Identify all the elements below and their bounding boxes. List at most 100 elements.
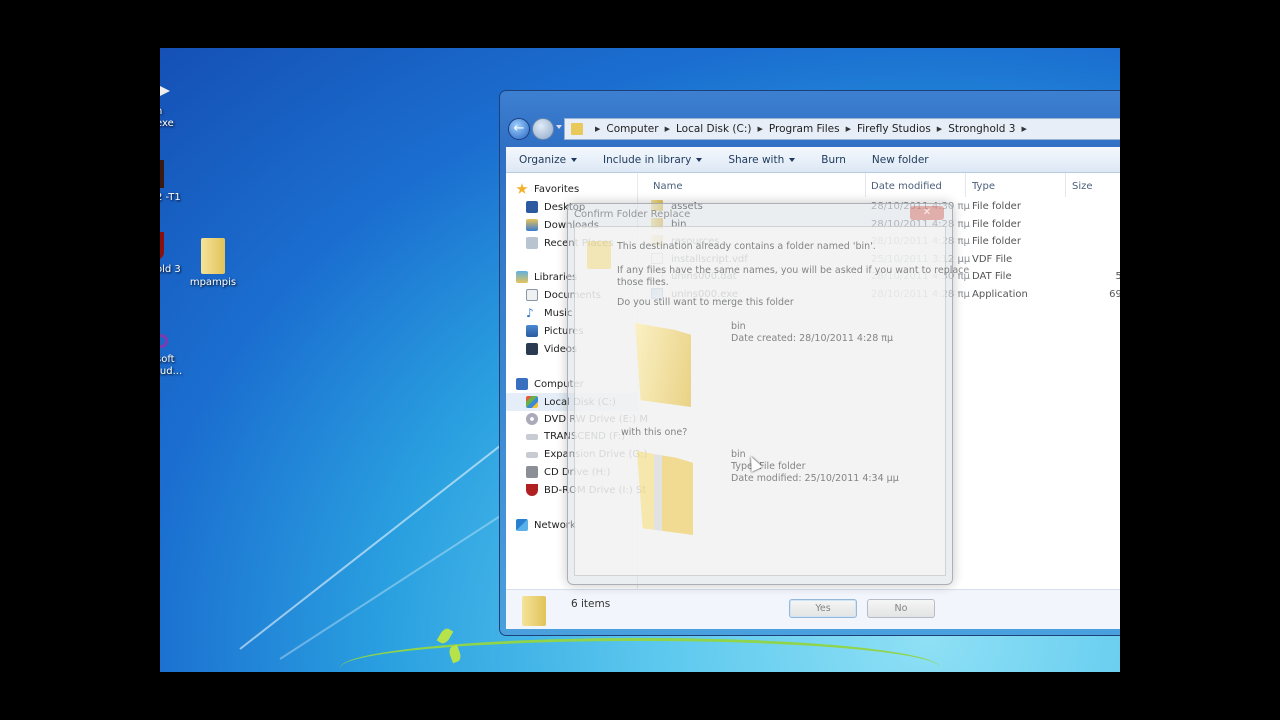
column-header-size[interactable]: Size (1072, 181, 1093, 192)
desktop-folder-mpampis[interactable]: mpampis (178, 238, 248, 288)
button-label: Share with (728, 153, 785, 166)
column-header-name[interactable]: Name (653, 181, 683, 192)
dialog-detail-line2: those files. (617, 277, 669, 288)
button-label: New folder (871, 153, 929, 166)
address-row: ← ▶ Computer ▶ Local Disk (C:) ▶ Program Fi… (506, 117, 1120, 141)
include-in-library-button[interactable]: Include in library (590, 154, 715, 166)
dialog-message: This destination already contains a fold… (617, 241, 876, 252)
burn-button[interactable]: Burn (808, 154, 859, 166)
star-icon (516, 183, 528, 194)
column-header-type[interactable]: Type (972, 181, 995, 192)
recent-pages-dropdown[interactable] (556, 125, 562, 129)
column-divider[interactable] (965, 173, 966, 197)
folder-icon (571, 123, 583, 135)
breadcrumb-local-disk[interactable]: ▶ Local Disk (C:) (659, 123, 752, 135)
icon-label: tud... (160, 366, 183, 377)
file-type: Application (972, 289, 1028, 300)
icon-label: 2 -T1 (160, 192, 181, 203)
close-icon: ✕ (922, 207, 932, 218)
file-type: File folder (972, 236, 1021, 248)
breadcrumb-label: Firefly Studios (856, 123, 931, 135)
app-icon (160, 84, 170, 98)
desktop-icon (526, 201, 538, 213)
share-with-button[interactable]: Share with (715, 154, 808, 166)
nav-label: Favorites (534, 183, 580, 195)
incoming-folder-name: bin (731, 449, 746, 460)
incoming-folder-info: Date modified: 25/10/2011 4:34 μμ (731, 473, 899, 484)
chevron-right-icon: ▶ (845, 125, 851, 133)
incoming-folder-type: Type: File folder (731, 461, 806, 472)
dvd-drive-icon (526, 413, 538, 425)
desktop-icon-partial-4[interactable]: soft tud... (160, 334, 182, 378)
shield-icon (160, 232, 164, 260)
file-type: DAT File (972, 271, 1012, 283)
videos-icon (526, 343, 538, 355)
breadcrumb-program-files[interactable]: ▶ Program Files (752, 123, 840, 135)
visual-studio-icon (160, 334, 168, 348)
dialog-title: Confirm Folder Replace (574, 209, 691, 220)
address-bar[interactable]: ▶ Computer ▶ Local Disk (C:) ▶ Program File… (564, 118, 1120, 140)
desktop: n exe 2 -T1 old 3 soft tud... mpampis ← … (160, 48, 1120, 672)
nav-favorites[interactable]: Favorites (516, 183, 579, 195)
chevron-right-icon: ▶ (936, 125, 943, 133)
game-icon (160, 160, 164, 188)
organize-button[interactable]: Organize (506, 154, 590, 166)
column-divider[interactable] (1065, 173, 1066, 197)
existing-folder-name: bin (731, 321, 746, 332)
item-count: 6 items (571, 598, 611, 610)
libraries-icon (516, 271, 528, 283)
back-button[interactable]: ← (508, 118, 530, 140)
column-divider[interactable] (865, 173, 866, 197)
command-bar: Organize Include in library Share with B… (506, 147, 1120, 173)
chevron-down-icon (571, 157, 578, 162)
folder-icon (201, 238, 225, 274)
incoming-folder-option[interactable]: bin Type: File folder Date modified: 25/… (625, 447, 935, 547)
button-label: Organize (519, 153, 567, 166)
breadcrumb-label: Program Files (768, 123, 840, 135)
existing-folder-option[interactable]: bin Date created: 28/10/2011 4:28 πμ (625, 317, 935, 417)
breadcrumb-firefly-studios[interactable]: ▶ Firefly Studios (840, 123, 931, 135)
icon-label: soft (160, 354, 175, 365)
cd-drive-icon (526, 466, 538, 478)
folder-icon (587, 241, 611, 269)
recent-places-icon (526, 237, 538, 249)
chevron-right-icon: ▶ (595, 125, 601, 133)
with-this-one-label: with this one? (621, 427, 688, 438)
desktop-icon-partial-2[interactable]: 2 -T1 (160, 160, 181, 204)
pictures-icon (526, 325, 538, 337)
no-button[interactable]: No (867, 599, 935, 618)
existing-folder-info: Date created: 28/10/2011 4:28 πμ (731, 333, 894, 344)
file-size: 699 K (1109, 289, 1120, 300)
file-size: 58 K (1115, 271, 1120, 283)
desktop-icon-partial-1[interactable]: n exe (160, 84, 174, 130)
hard-drive-icon (526, 451, 538, 458)
nav-music[interactable]: ♪ Music (526, 307, 572, 319)
breadcrumb-label: Stronghold 3 (948, 123, 1016, 135)
new-folder-button[interactable]: New folder (859, 154, 942, 166)
close-button[interactable]: ✕ (910, 206, 944, 220)
yes-button[interactable]: Yes (789, 599, 857, 618)
breadcrumb-computer[interactable]: ▶ Computer (589, 123, 659, 135)
icon-label: mpampis (189, 277, 237, 288)
forward-button[interactable] (532, 118, 554, 140)
column-header-date-modified[interactable]: Date modified (871, 181, 942, 192)
computer-icon (516, 378, 528, 390)
chevron-right-icon: ▶ (1021, 125, 1027, 133)
breadcrumb-label: Computer (606, 123, 659, 135)
icon-label: exe (160, 118, 174, 129)
breadcrumb-expand[interactable]: ▶ (1015, 125, 1032, 133)
breadcrumb-stronghold-3[interactable]: ▶ Stronghold 3 (931, 123, 1016, 135)
breadcrumb-label: Local Disk (C:) (675, 123, 752, 135)
file-type: VDF File (972, 253, 1013, 265)
network-icon (516, 519, 528, 531)
file-type: File folder (972, 201, 1021, 212)
chevron-right-icon: ▶ (664, 125, 670, 133)
confirm-folder-replace-dialog: Confirm Folder Replace ✕ This destinatio… (567, 203, 969, 618)
folder-icon (522, 596, 546, 626)
chevron-right-icon: ▶ (757, 125, 763, 133)
folder-icon (637, 451, 693, 535)
icon-label: n (160, 106, 174, 118)
arrow-left-icon: ← (513, 121, 525, 136)
wallpaper-vine (340, 638, 940, 672)
dialog-question: Do you still want to merge this folder (617, 297, 794, 308)
